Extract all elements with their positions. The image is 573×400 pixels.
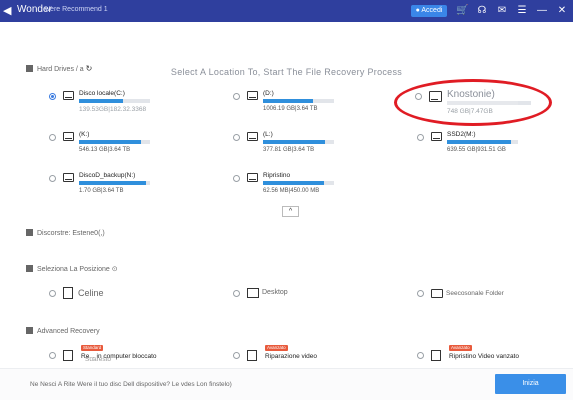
headset-icon[interactable]: ☊ bbox=[476, 4, 488, 18]
hard-drive-icon bbox=[247, 132, 258, 141]
menu-icon[interactable]: ☰ bbox=[516, 4, 528, 18]
drive-radio[interactable] bbox=[49, 134, 56, 141]
location-header: Seleziona La Posizione ⊙ bbox=[26, 265, 118, 273]
advanced-badge: Avanzato bbox=[449, 345, 472, 351]
app-subtitle: were Recommend 1 bbox=[45, 6, 108, 13]
location-section-icon bbox=[26, 265, 33, 272]
hard-drive-icon bbox=[247, 91, 258, 100]
user-icon: ● bbox=[415, 7, 420, 14]
location-radio[interactable] bbox=[417, 290, 424, 297]
folder-icon bbox=[431, 289, 443, 298]
drive-usage-bar bbox=[79, 99, 150, 103]
title-bar: ◀ Wonder were Recommend 1 ● Accedi 🛒 ☊ ✉… bbox=[0, 0, 573, 22]
trash-icon bbox=[63, 287, 73, 299]
hard-drives-header: Hard Drives / a ↻ bbox=[26, 64, 92, 73]
standard-badge: Standard bbox=[81, 345, 104, 351]
back-arrow-icon[interactable]: ◀ bbox=[3, 3, 17, 19]
advanced-label: Ripristino Video vanzato bbox=[449, 353, 519, 360]
drive-section-icon bbox=[26, 65, 33, 72]
video-repair-icon bbox=[247, 350, 257, 361]
drive-radio[interactable] bbox=[417, 134, 424, 141]
external-devices-title: Discorstre: Estene0(,) bbox=[37, 230, 105, 237]
login-label: Accedi bbox=[421, 7, 443, 14]
hard-drive-icon bbox=[247, 173, 258, 182]
drive-radio[interactable] bbox=[233, 134, 240, 141]
drive-radio[interactable] bbox=[49, 93, 56, 100]
drive-name: (L:) bbox=[263, 131, 273, 138]
drive-name: Disco locale(C:) bbox=[79, 90, 125, 97]
overlay-text: Suaresto bbox=[85, 356, 112, 363]
drive-radio[interactable] bbox=[233, 93, 240, 100]
drive-name: DiscoD_backup(N:) bbox=[79, 172, 136, 179]
collapse-button[interactable]: ^ bbox=[282, 206, 299, 217]
location-label: Desktop bbox=[262, 289, 288, 296]
drive-usage-bar bbox=[263, 181, 334, 185]
location-label: Seecosonale Folder bbox=[446, 290, 504, 297]
start-button[interactable]: Inizia bbox=[495, 374, 566, 394]
drive-radio[interactable] bbox=[49, 175, 56, 182]
drive-usage-bar bbox=[263, 99, 334, 103]
advanced-radio[interactable] bbox=[233, 352, 240, 359]
footer-bar: Ne Nesci A Rite Were il tuo disc Dell di… bbox=[0, 368, 573, 400]
cart-icon[interactable]: 🛒 bbox=[456, 4, 468, 18]
close-icon[interactable]: ✕ bbox=[556, 4, 568, 18]
drive-radio[interactable] bbox=[233, 175, 240, 182]
hard-drive-icon bbox=[63, 173, 74, 182]
advanced-label: Riparazione video bbox=[265, 353, 318, 360]
video-recovery-icon bbox=[431, 350, 441, 361]
advanced-recovery-header: Advanced Recovery bbox=[26, 327, 100, 335]
hard-drive-icon bbox=[63, 132, 74, 141]
external-devices-header: Discorstre: Estene0(,) bbox=[26, 229, 105, 237]
advanced-section-icon bbox=[26, 327, 33, 334]
location-label: Celine bbox=[78, 288, 104, 298]
advanced-radio[interactable] bbox=[49, 352, 56, 359]
drive-size: 62.56 MB|450.00 MB bbox=[263, 188, 320, 194]
drive-name: Ripristino bbox=[263, 172, 291, 179]
hard-drive-icon bbox=[431, 132, 442, 141]
drive-size: 1.70 GB|3.64 TB bbox=[79, 188, 124, 194]
advanced-badge: Avanzato bbox=[265, 345, 288, 351]
crashed-computer-icon bbox=[63, 350, 73, 361]
hard-drives-title: Hard Drives / a bbox=[37, 66, 84, 73]
mail-icon[interactable]: ✉ bbox=[496, 4, 508, 18]
location-radio[interactable] bbox=[233, 290, 240, 297]
drive-size: 1006.19 GB|3.64 TB bbox=[263, 106, 318, 112]
advanced-recovery-title: Advanced Recovery bbox=[37, 328, 100, 335]
drive-usage-bar bbox=[447, 140, 518, 144]
drive-size: 639.55 GB|931.51 GB bbox=[447, 147, 506, 153]
footer-help-link[interactable]: Ne Nesci A Rite Were il tuo disc Dell di… bbox=[30, 381, 232, 388]
location-radio[interactable] bbox=[49, 290, 56, 297]
login-button[interactable]: ● Accedi bbox=[411, 5, 447, 17]
drive-size: 377.81 GB|3.64 TB bbox=[263, 147, 315, 153]
drive-usage-bar bbox=[79, 181, 150, 185]
hard-drive-icon bbox=[63, 91, 74, 100]
location-title: Seleziona La Posizione ⊙ bbox=[37, 266, 118, 273]
drive-size: 546.13 GB|3.64 TB bbox=[79, 147, 131, 153]
drive-name: (D:) bbox=[263, 90, 274, 97]
external-drive-icon bbox=[26, 229, 33, 236]
advanced-radio[interactable] bbox=[417, 352, 424, 359]
drive-name: SSD2(M:) bbox=[447, 131, 476, 138]
drive-usage-bar bbox=[263, 140, 334, 144]
red-highlight-ellipse bbox=[394, 79, 552, 126]
drive-name: (K:) bbox=[79, 131, 90, 138]
drive-usage-bar bbox=[79, 140, 150, 144]
desktop-icon bbox=[247, 288, 259, 298]
minimize-icon[interactable]: — bbox=[536, 4, 548, 18]
refresh-icon[interactable]: ↻ bbox=[86, 64, 93, 73]
drive-size: 139.53GB|182.32.3368 bbox=[79, 106, 147, 113]
